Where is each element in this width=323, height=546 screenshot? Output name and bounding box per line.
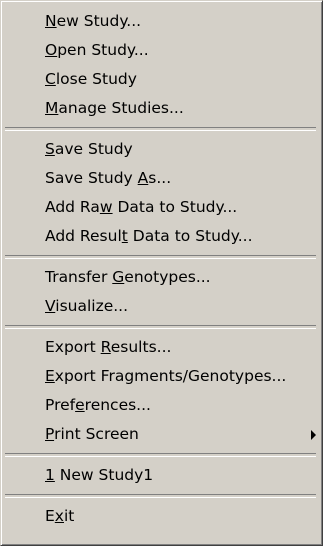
menu-item-label: Save Study As... bbox=[45, 169, 172, 187]
menu-separator bbox=[5, 127, 316, 131]
menu-item-label: Add Raw Data to Study... bbox=[45, 198, 238, 216]
menu-item-preferences[interactable]: Preferences... bbox=[1, 391, 322, 420]
menu-separator bbox=[5, 255, 316, 259]
menu-item-visualize[interactable]: Visualize... bbox=[1, 292, 322, 321]
menu-item-label: Exit bbox=[45, 507, 75, 525]
submenu-arrow-icon bbox=[311, 430, 316, 440]
file-menu: New Study... Open Study... Close Study Mana… bbox=[0, 0, 323, 546]
menu-item-close-study[interactable]: Close Study bbox=[1, 65, 322, 94]
menu-item-label: Visualize... bbox=[45, 297, 129, 315]
menu-item-print-screen[interactable]: Print Screen bbox=[1, 420, 322, 449]
menu-separator bbox=[5, 494, 316, 498]
menu-item-open-study[interactable]: Open Study... bbox=[1, 36, 322, 65]
menu-item-label: Open Study... bbox=[45, 41, 149, 59]
menu-item-label: Export Fragments/Genotypes... bbox=[45, 367, 287, 385]
menu-item-label: 1 New Study1 bbox=[45, 466, 154, 484]
menu-item-label: Print Screen bbox=[45, 425, 139, 443]
menu-separator bbox=[5, 325, 316, 329]
menu-item-manage-studies[interactable]: Manage Studies... bbox=[1, 94, 322, 123]
menu-item-label: Transfer Genotypes... bbox=[45, 268, 211, 286]
menu-item-export-fragments-genotypes[interactable]: Export Fragments/Genotypes... bbox=[1, 362, 322, 391]
menu-item-label: Preferences... bbox=[45, 396, 151, 414]
menu-item-exit[interactable]: Exit bbox=[1, 502, 322, 531]
menu-item-save-study-as[interactable]: Save Study As... bbox=[1, 164, 322, 193]
menu-separator bbox=[5, 453, 316, 457]
menu-item-label: New Study... bbox=[45, 12, 142, 30]
menu-item-add-result-data-to-study[interactable]: Add Result Data to Study... bbox=[1, 222, 322, 251]
menu-item-1-new-study1[interactable]: 1 New Study1 bbox=[1, 461, 322, 490]
menu-item-label: Close Study bbox=[45, 70, 137, 88]
menu-item-export-results[interactable]: Export Results... bbox=[1, 333, 322, 362]
menu-item-label: Save Study bbox=[45, 140, 133, 158]
menu-item-new-study[interactable]: New Study... bbox=[1, 7, 322, 36]
menu-item-label: Add Result Data to Study... bbox=[45, 227, 253, 245]
menu-item-label: Export Results... bbox=[45, 338, 172, 356]
menu-item-transfer-genotypes[interactable]: Transfer Genotypes... bbox=[1, 263, 322, 292]
menu-item-add-raw-data-to-study[interactable]: Add Raw Data to Study... bbox=[1, 193, 322, 222]
menu-item-save-study[interactable]: Save Study bbox=[1, 135, 322, 164]
menu-item-label: Manage Studies... bbox=[45, 99, 184, 117]
